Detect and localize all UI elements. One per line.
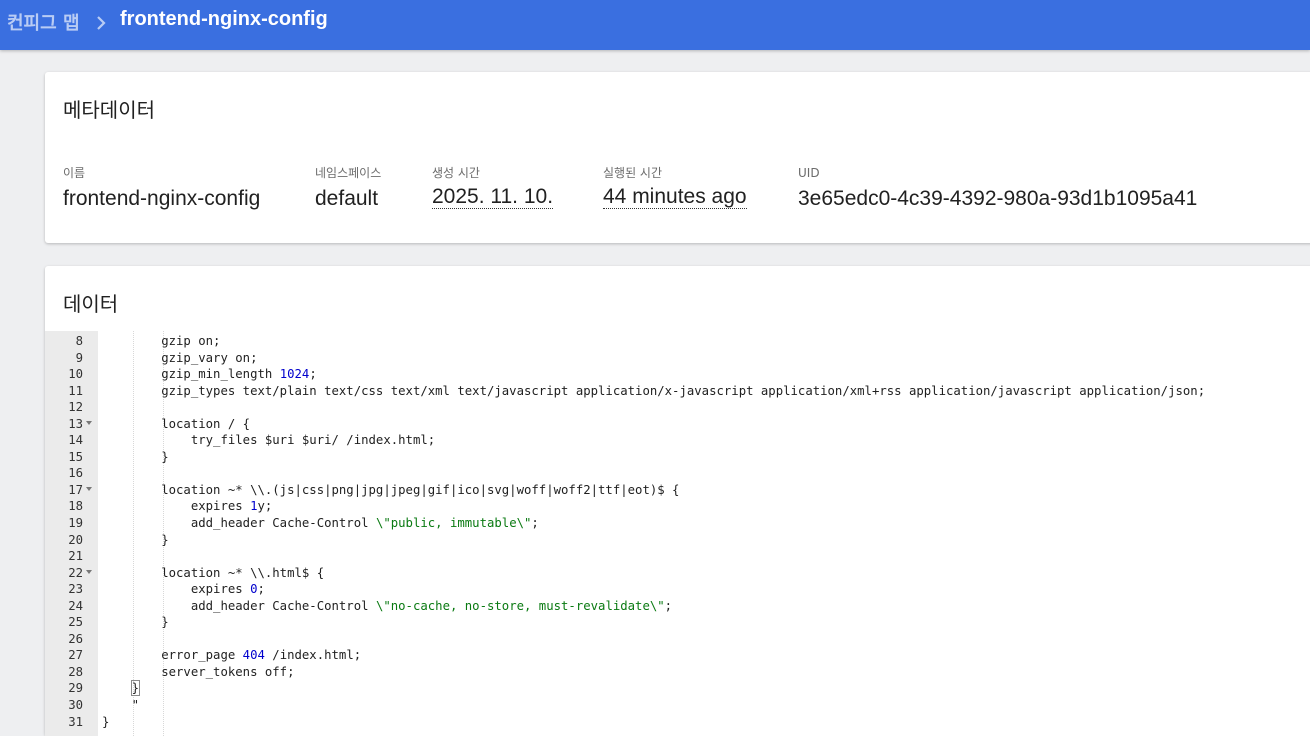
line-number: 11 [68,383,83,398]
code-text: try_files $uri $uri/ /index.html; [102,433,436,448]
metadata-card: 메타데이터 이름 frontend-nginx-config 네임스페이스 de… [45,72,1310,243]
code-line: 24 add_header Cache-Control \"no-cache, … [45,598,1310,615]
field-namespace-value[interactable]: default [315,186,381,212]
fold-arrow-icon[interactable] [86,569,92,574]
breadcrumb-current: frontend-nginx-config [120,8,328,30]
line-number: 18 [68,499,83,514]
line-number: 28 [68,664,83,679]
code-line: 15 } [45,449,1310,466]
line-number: 24 [68,598,83,613]
code-line: 25 } [45,614,1310,631]
code-text: error_page 404 /index.html; [102,648,362,663]
code-text: } [102,449,169,464]
line-number: 29 [68,681,83,696]
code-editor[interactable]: 8 gzip on; 9 gzip_vary on; 10 gzip_min_len… [45,331,1310,736]
code-text: } [102,532,169,547]
code-line: 12 [45,399,1310,416]
code-line: 11 gzip_types text/plain text/css text/x… [45,383,1310,400]
code-text: } [130,680,141,697]
code-text: gzip_types text/plain text/css text/xml … [102,383,1206,398]
line-number: 19 [68,516,83,531]
code-line: 16 [45,465,1310,482]
metadata-title: 메타데이터 [63,98,155,122]
field-name-label: 이름 [63,166,86,180]
code-text: expires 0; [102,582,265,597]
breadcrumb-configmaps-link[interactable]: 컨피그 맵 [7,9,80,35]
line-number: 26 [68,631,83,646]
code-line: 27 error_page 404 /index.html; [45,647,1310,664]
line-number: 17 [68,482,83,497]
fold-arrow-icon[interactable] [86,420,92,425]
code-text: " [102,698,140,713]
line-number: 27 [68,648,83,663]
line-number: 13 [68,416,83,431]
line-number: 22 [68,565,83,580]
field-created-label: 생성 시간 [432,166,480,180]
field-name-value: frontend-nginx-config [63,187,261,210]
line-number: 21 [68,549,83,564]
line-number: 23 [68,582,83,597]
field-created: 생성 시간 2025. 11. 10. [432,165,554,209]
code-line: 17 location ~* \\.(js|css|png|jpg|jpeg|g… [45,482,1310,499]
code-text: expires 1y; [102,499,273,514]
code-text: add_header Cache-Control \"no-cache, no-… [102,598,673,613]
code-line: 30 " [45,697,1310,714]
data-title: 데이터 [63,292,119,316]
code-lines: 8 gzip on; 9 gzip_vary on; 10 gzip_min_len… [45,333,1310,730]
code-line: 14 try_files $uri $uri/ /index.html; [45,432,1310,449]
code-text: add_header Cache-Control \"public, immut… [102,516,539,531]
code-line: 21 [45,548,1310,565]
line-number: 15 [68,449,83,464]
code-line: 19 add_header Cache-Control \"public, im… [45,515,1310,532]
code-text: server_tokens off; [102,664,295,679]
field-age: 실행된 시간 44 minutes ago [603,165,747,209]
line-number: 20 [68,532,83,547]
top-app-bar: 컨피그 맵 frontend-nginx-config [0,0,1310,50]
field-uid-label: UID [798,166,820,180]
code-line: 18 expires 1y; [45,498,1310,515]
code-text: } [102,615,169,630]
field-age-value[interactable]: 44 minutes ago [603,186,747,209]
line-number: 25 [68,615,83,630]
data-card: 데이터 8 gzip on; 9 gzip_vary on; 10 gzip_min… [45,266,1310,736]
code-line: 9 gzip_vary on; [45,350,1310,367]
code-line: 20 } [45,532,1310,549]
field-age-label: 실행된 시간 [603,166,663,180]
field-uid-value: 3e65edc0-4c39-4392-980a-93d1b1095a41 [798,187,1198,210]
code-line: 22 location ~* \\.html$ { [45,565,1310,582]
field-namespace: 네임스페이스 default [315,165,381,212]
code-line: 8 gzip on; [45,333,1310,350]
code-line: 13 location / { [45,416,1310,433]
code-text: gzip on; [102,334,221,348]
field-name: 이름 frontend-nginx-config [63,165,260,212]
field-namespace-label: 네임스페이스 [315,166,382,180]
code-line: 10 gzip_min_length 1024; [45,366,1310,383]
code-text: location ~* \\.html$ { [102,565,325,580]
field-uid: UID 3e65edc0-4c39-4392-980a-93d1b1095a41 [798,165,1197,212]
fold-arrow-icon[interactable] [86,486,92,491]
code-text: gzip_min_length 1024; [102,367,317,382]
line-number: 30 [68,698,83,713]
code-line: 26 [45,631,1310,648]
code-line: 28 server_tokens off; [45,664,1310,681]
line-number: 14 [68,433,83,448]
code-text: gzip_vary on; [102,350,258,365]
line-number: 8 [75,334,83,348]
line-number: 9 [75,350,83,365]
line-number: 12 [68,400,83,415]
line-number: 16 [68,466,83,481]
code-line: 29 } [45,680,1310,697]
code-text: location / { [102,416,251,431]
code-text: location ~* \\.(js|css|png|jpg|jpeg|gif|… [102,482,680,497]
field-created-value[interactable]: 2025. 11. 10. [432,186,554,209]
code-line: 23 expires 0; [45,581,1310,598]
chevron-right-icon [97,16,106,30]
line-number: 10 [68,367,83,382]
